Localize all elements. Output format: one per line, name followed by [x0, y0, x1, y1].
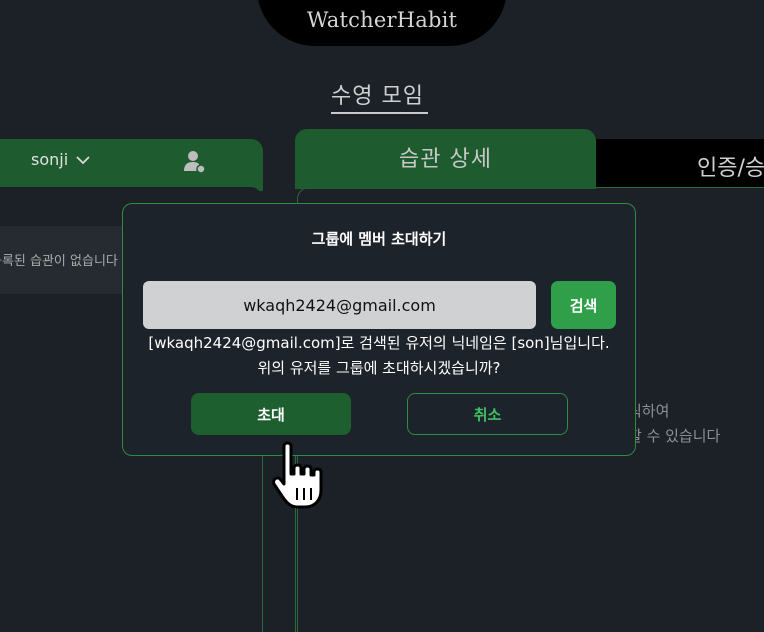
dialog-title: 그룹에 멤버 초대하기 [311, 230, 447, 248]
empty-habit-text: 등록된 습관이 없습니다 [0, 254, 118, 269]
email-search-input[interactable] [143, 281, 536, 329]
tab-verification-label: 인증/승 [697, 156, 764, 181]
search-button[interactable]: 검색 [551, 281, 616, 329]
user-settings-icon[interactable] [183, 149, 207, 175]
cancel-button[interactable]: 취소 [407, 393, 568, 435]
hand-pointer-cursor-icon [272, 441, 323, 509]
empty-habit-box: 등록된 습관이 없습니다 [0, 226, 128, 294]
tab-habit-detail-label: 습관 상세 [399, 147, 492, 172]
search-result-text: [wkaqh2424@gmail.com]로 검색된 유저의 닉네임은 [son… [148, 334, 610, 352]
page-title-underline [331, 112, 428, 114]
app-window: WatcherHabit 수영 모임 sonji 등록된 습관이 없습니다 습관… [0, 0, 764, 632]
invite-button[interactable]: 초대 [191, 393, 351, 435]
panel-hint-line-2: 할 수 있습니다 [628, 427, 721, 445]
invite-confirm-question: 위의 유저를 그룹에 초대하시겠습니까? [257, 359, 501, 377]
user-select-dropdown[interactable]: sonji [31, 150, 92, 169]
user-select-label: sonji [31, 150, 69, 169]
chevron-down-icon [76, 155, 90, 164]
page-title: 수영 모임 [331, 84, 424, 109]
invite-member-dialog: 그룹에 멤버 초대하기 검색 [wkaqh2424@gmail.com]로 검색… [122, 203, 636, 456]
app-logo[interactable]: WatcherHabit [257, 8, 507, 32]
